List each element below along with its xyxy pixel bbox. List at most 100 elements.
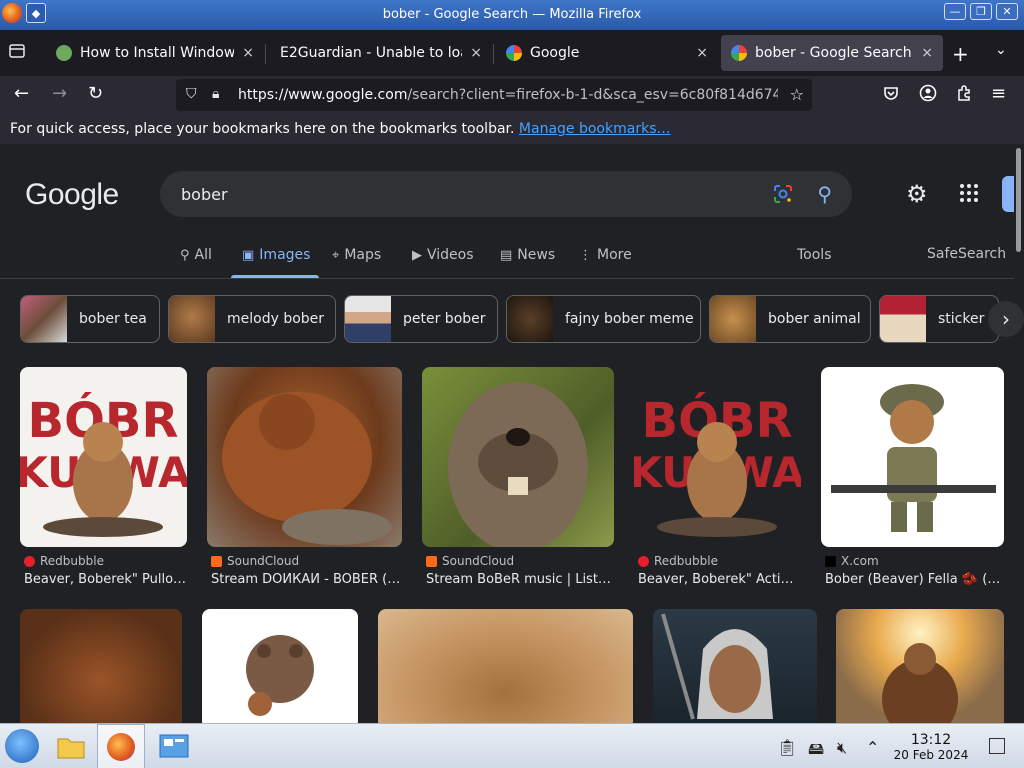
list-all-tabs-icon[interactable] (8, 42, 32, 66)
chevron-up-icon[interactable]: ⌃ (866, 738, 879, 757)
tab-images[interactable]: ▣ Images (242, 247, 310, 263)
search-box[interactable]: bober ⚲ (160, 171, 852, 217)
result-thumbnail[interactable] (422, 367, 614, 547)
result-source-label: Redbubble (654, 554, 718, 568)
firefox-icon (107, 732, 135, 761)
image-result[interactable] (836, 609, 1004, 723)
taskbar-clock[interactable]: 13:12 20 Feb 2024 (893, 732, 969, 762)
new-tab-button[interactable]: + (952, 42, 969, 66)
tab-e2guardian[interactable]: E2Guardian - Unable to load × (270, 35, 492, 71)
tab-close-icon[interactable]: × (696, 45, 708, 61)
scrollbar-thumb[interactable] (1016, 148, 1021, 252)
close-window-button[interactable]: ✕ (996, 3, 1018, 20)
url-bar[interactable]: ⛉ 🔒︎ https://www.google.com/search?clien… (176, 79, 812, 111)
image-result[interactable] (653, 609, 817, 723)
search-query[interactable]: bober (181, 185, 228, 204)
result-title[interactable]: Stream DOИКАИ - BOBER (… (211, 572, 402, 587)
result-title[interactable]: Beaver, Boberek" Pullov… (24, 572, 187, 587)
result-title[interactable]: Beaver, Boberek" Activ… (638, 572, 801, 587)
chevron-down-icon[interactable]: ⌄ (995, 42, 1007, 58)
result-title[interactable]: Bober (Beaver) Fella 🫘 (… (825, 572, 1004, 587)
tab-videos[interactable]: ▶ Videos (412, 247, 474, 263)
volume-muted-icon[interactable]: 🔇︎ (837, 738, 847, 758)
chip-melody-bober[interactable]: melody bober (168, 295, 336, 343)
image-result[interactable] (378, 609, 633, 723)
show-desktop-button[interactable] (989, 738, 1005, 754)
chip-sticker[interactable]: sticker (879, 295, 999, 343)
window-titlebar[interactable]: ◆ bober - Google Search — Mozilla Firefo… (0, 0, 1024, 30)
tab-all-label: All (194, 247, 212, 263)
result-thumbnail[interactable] (653, 609, 817, 723)
minimize-button[interactable]: — (944, 3, 966, 20)
search-icon: ⚲ (180, 247, 190, 263)
tab-close-icon[interactable]: × (921, 45, 933, 61)
tab-google[interactable]: Google × (496, 35, 718, 71)
tab-install-windows[interactable]: How to Install Windows fi × (46, 35, 264, 71)
chip-bober-animal[interactable]: bober animal (709, 295, 871, 343)
google-lens-icon[interactable] (772, 183, 794, 205)
device-icon[interactable]: 🖴 (808, 738, 824, 765)
taskbar: 📋︎ 🖴 🔇︎ ⌃ 13:12 20 Feb 2024 (0, 723, 1024, 768)
page-scrollbar[interactable] (1014, 144, 1024, 723)
image-result[interactable]: BÓBR KURWA Redbubble Beaver, Boberek" Ac… (634, 367, 801, 597)
image-result[interactable] (20, 609, 182, 723)
tab-maps[interactable]: ⌖ Maps (332, 247, 381, 263)
result-thumbnail[interactable] (821, 367, 1004, 547)
result-thumbnail[interactable] (836, 609, 1004, 723)
gear-icon[interactable]: ⚙ (906, 180, 928, 208)
tab-news[interactable]: ▤ News (500, 247, 555, 263)
firefox-taskbar-button[interactable] (97, 724, 145, 768)
reload-icon[interactable]: ↻ (88, 84, 103, 104)
google-apps-icon[interactable] (960, 184, 978, 202)
extensions-icon[interactable] (955, 84, 973, 107)
maximize-button[interactable]: ❐ (970, 3, 992, 20)
chip-fajny-bober-meme[interactable]: fajny bober meme (506, 295, 701, 343)
file-manager-taskbar-button[interactable] (47, 724, 95, 768)
account-icon[interactable] (919, 84, 937, 107)
tab-close-icon[interactable]: × (242, 45, 254, 61)
result-thumbnail[interactable] (378, 609, 633, 723)
tab-more[interactable]: ⋮ More (579, 247, 632, 263)
result-thumbnail[interactable]: BÓBR KURWA (634, 367, 801, 547)
shield-icon[interactable]: ⛉ (186, 86, 197, 102)
result-thumbnail[interactable] (202, 609, 358, 723)
chip-peter-bober[interactable]: peter bober (344, 295, 498, 343)
result-source: Redbubble (638, 554, 718, 568)
result-source: Redbubble (24, 554, 104, 568)
image-result[interactable]: X.com Bober (Beaver) Fella 🫘 (… (821, 367, 1004, 597)
chip-bober-tea[interactable]: bober tea (20, 295, 160, 343)
clock-time: 13:12 (910, 732, 952, 748)
result-title[interactable]: Stream BoBeR music | List… (426, 572, 614, 587)
result-source-label: X.com (841, 554, 879, 568)
manage-bookmarks-link[interactable]: Manage bookmarks… (519, 121, 671, 137)
tab-close-icon[interactable]: × (470, 45, 482, 61)
safesearch-button[interactable]: SafeSearch (927, 246, 1006, 262)
tools-button[interactable]: Tools (797, 247, 832, 263)
forward-arrow-icon[interactable]: → (52, 84, 67, 104)
hamburger-menu-icon[interactable]: ≡ (991, 84, 1006, 104)
result-thumbnail[interactable] (207, 367, 402, 547)
lock-icon[interactable]: 🔒︎ (212, 86, 219, 102)
back-arrow-icon[interactable]: ← (14, 84, 29, 104)
image-icon: ▣ (242, 247, 255, 263)
start-button[interactable] (5, 729, 39, 763)
image-result[interactable]: BÓBR KURWA Redbubble Beaver, Boberek" Pu… (20, 367, 187, 597)
search-icon[interactable]: ⚲ (817, 182, 832, 206)
image-result[interactable]: SoundCloud Stream DOИКАИ - BOBER (… (207, 367, 402, 597)
clipboard-icon[interactable]: 📋︎ (777, 738, 797, 757)
image-result[interactable]: SoundCloud Stream BoBeR music | List… (422, 367, 614, 597)
tab-all[interactable]: ⚲ All (180, 247, 212, 263)
image-result[interactable] (202, 609, 358, 723)
tab-label: Google (530, 45, 580, 61)
settings-taskbar-button[interactable] (150, 724, 198, 768)
google-logo[interactable]: Google (25, 178, 119, 212)
pocket-icon[interactable] (882, 84, 900, 107)
tab-bober-search[interactable]: bober - Google Search × (721, 35, 943, 71)
result-thumbnail[interactable] (20, 609, 182, 723)
header-divider (0, 278, 1014, 279)
result-thumbnail[interactable]: BÓBR KURWA (20, 367, 187, 547)
url-text[interactable]: https://www.google.com/search?client=fir… (238, 87, 778, 103)
chip-thumbnail (880, 296, 926, 342)
sign-in-button[interactable] (1002, 176, 1014, 212)
bookmark-star-icon[interactable]: ☆ (790, 85, 804, 104)
